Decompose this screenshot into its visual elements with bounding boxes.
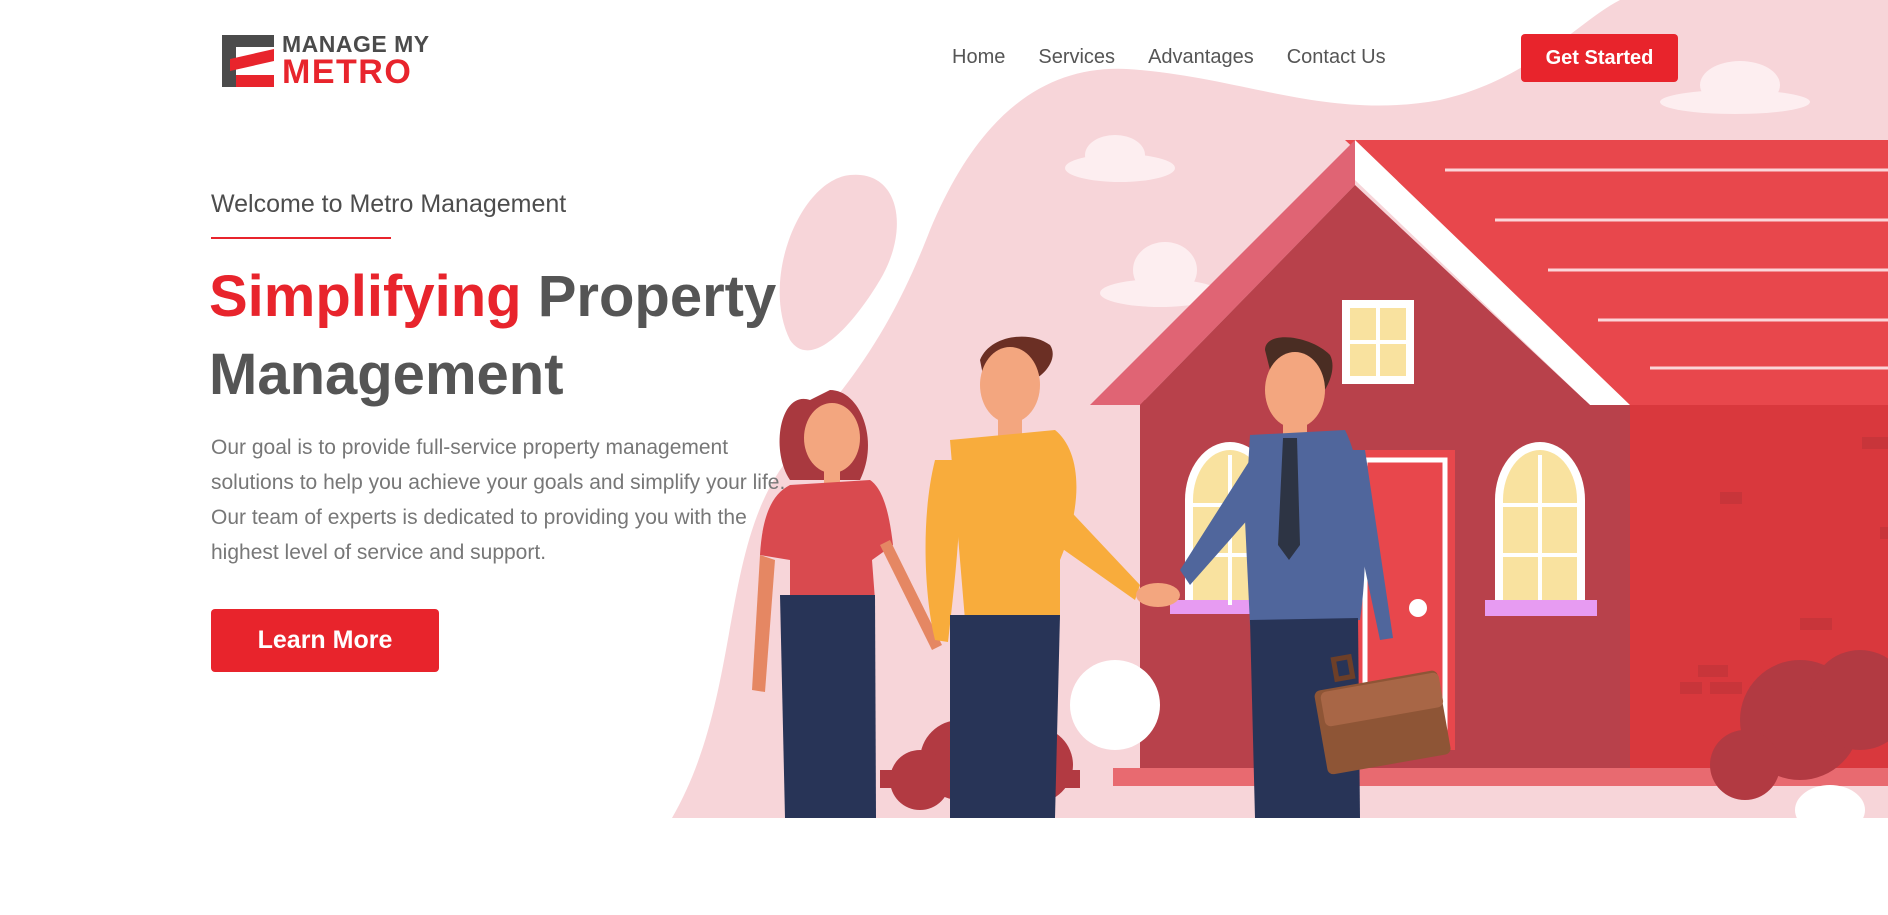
hero-headline: Simplifying Property Management bbox=[209, 258, 809, 414]
nav-home[interactable]: Home bbox=[952, 46, 1005, 69]
logo-line2: METRO bbox=[282, 53, 413, 91]
logo[interactable]: MANAGE MY METRO bbox=[222, 33, 430, 89]
logo-mark-icon bbox=[222, 35, 274, 87]
eyebrow-underline bbox=[211, 237, 391, 239]
headline-rest-1: Property bbox=[537, 264, 777, 329]
headline-accent: Simplifying bbox=[209, 264, 522, 329]
hero-description: Our goal is to provide full-service prop… bbox=[211, 436, 786, 564]
learn-more-button[interactable]: Learn More bbox=[211, 609, 439, 672]
main-nav: Home Services Advantages Contact Us bbox=[952, 46, 1386, 69]
headline-rest-2: Management bbox=[209, 342, 564, 407]
nav-services[interactable]: Services bbox=[1038, 46, 1115, 69]
nav-advantages[interactable]: Advantages bbox=[1148, 46, 1254, 69]
nav-contact-us[interactable]: Contact Us bbox=[1287, 46, 1386, 69]
get-started-button[interactable]: Get Started bbox=[1521, 34, 1678, 82]
hero-eyebrow: Welcome to Metro Management bbox=[211, 190, 567, 218]
logo-text: MANAGE MY METRO bbox=[282, 33, 430, 91]
